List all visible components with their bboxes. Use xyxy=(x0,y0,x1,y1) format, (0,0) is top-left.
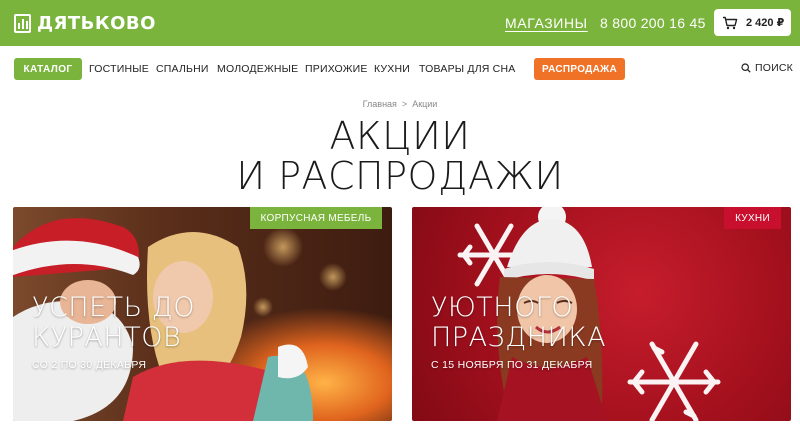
building-icon xyxy=(14,13,31,33)
promo-title-line2: ПРАЗДНИКА xyxy=(431,322,607,353)
logo-text: ДЯТЬКОВО xyxy=(37,12,156,34)
promo-tag[interactable]: КУХНИ xyxy=(724,207,781,229)
promo-tag[interactable]: КОРПУСНАЯ МЕБЕЛЬ xyxy=(250,207,382,229)
promo-title: УСПЕТЬ ДО КУРАНТОВ xyxy=(32,293,195,353)
nav-item-kitchens[interactable]: КУХНИ xyxy=(374,63,410,75)
phone-number[interactable]: 8 800 200 16 45 xyxy=(600,15,706,31)
promo-card-corpus-furniture[interactable]: КОРПУСНАЯ МЕБЕЛЬ УСПЕТЬ ДО КУРАНТОВ СО 2… xyxy=(13,207,392,421)
nav-item-sleep-goods[interactable]: ТОВАРЫ ДЛЯ СНА xyxy=(419,63,515,75)
search-button[interactable]: ПОИСК xyxy=(741,62,793,74)
cart-icon xyxy=(723,16,738,29)
page-title-line2: И РАСПРОДАЖИ xyxy=(236,154,564,198)
nav-item-bedrooms[interactable]: СПАЛЬНИ xyxy=(156,63,209,75)
breadcrumb-home[interactable]: Главная xyxy=(363,99,397,109)
top-bar: ДЯТЬКОВО МАГАЗИНЫ 8 800 200 16 45 2 420 … xyxy=(0,0,800,46)
catalog-button[interactable]: КАТАЛОГ xyxy=(14,58,82,80)
sale-button[interactable]: РАСПРОДАЖА xyxy=(534,58,625,80)
breadcrumb-separator: > xyxy=(401,99,408,109)
search-icon xyxy=(741,63,751,73)
page-title: АКЦИИ И РАСПРОДАЖИ xyxy=(0,116,800,196)
promo-card-kitchens[interactable]: КУХНИ УЮТНОГО ПРАЗДНИКА С 15 НОЯБРЯ ПО 3… xyxy=(412,207,791,421)
cart-total: 2 420 ₽ xyxy=(746,17,785,29)
nav-item-living-rooms[interactable]: ГОСТИНЫЕ xyxy=(89,63,149,75)
promo-title-line1: УСПЕТЬ ДО xyxy=(32,292,195,323)
stores-link[interactable]: МАГАЗИНЫ xyxy=(505,15,588,31)
nav-item-hallways[interactable]: ПРИХОЖИЕ xyxy=(305,63,368,75)
snowflake-icon xyxy=(627,341,721,421)
breadcrumb: Главная > Акции xyxy=(0,99,800,109)
search-label: ПОИСК xyxy=(755,62,793,74)
promo-title-line2: КУРАНТОВ xyxy=(32,322,182,353)
logo[interactable]: ДЯТЬКОВО xyxy=(14,11,156,35)
page-title-line1: АКЦИИ xyxy=(329,114,471,158)
breadcrumb-current: Акции xyxy=(412,99,438,109)
nav-item-youth[interactable]: МОЛОДЕЖНЫЕ xyxy=(217,63,298,75)
promo-title: УЮТНОГО ПРАЗДНИКА xyxy=(431,293,606,353)
cart-button[interactable]: 2 420 ₽ xyxy=(714,9,791,36)
main-nav: КАТАЛОГ ГОСТИНЫЕ СПАЛЬНИ МОЛОДЕЖНЫЕ ПРИХ… xyxy=(0,56,800,82)
promo-title-line1: УЮТНОГО xyxy=(431,292,574,323)
promo-dates: СО 2 ПО 30 ДЕКАБРЯ xyxy=(32,359,147,371)
promo-dates: С 15 НОЯБРЯ ПО 31 ДЕКАБРЯ xyxy=(431,359,593,371)
